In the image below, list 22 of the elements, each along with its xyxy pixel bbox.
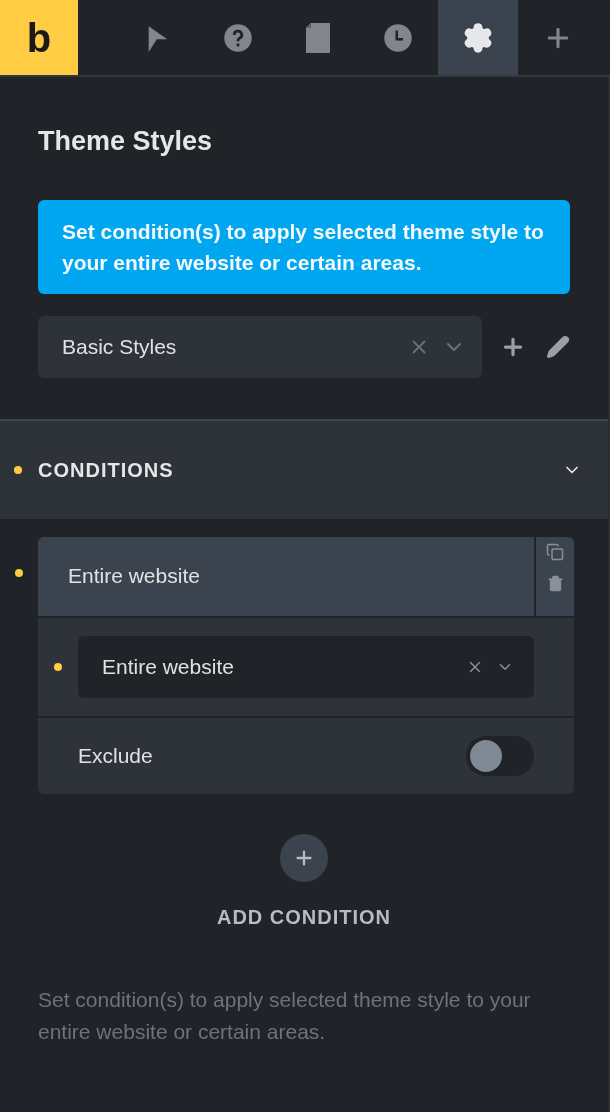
- select-value: Entire website: [102, 653, 235, 680]
- style-select[interactable]: Basic Styles: [38, 315, 482, 378]
- panel-title: Theme Styles: [38, 125, 214, 158]
- description-text: Set condition(s) to apply selected theme style to your entire website or certain areas.: [37, 986, 532, 1045]
- add-condition-label[interactable]: ADD CONDITION: [216, 901, 392, 932]
- section-title: CONDITIONS: [38, 457, 175, 483]
- help-icon: [223, 22, 253, 53]
- conditions-header[interactable]: CONDITIONS: [0, 418, 608, 519]
- condition-select[interactable]: Entire website: [78, 635, 534, 698]
- logo[interactable]: b: [0, 0, 78, 75]
- document-icon: [306, 22, 330, 53]
- exclude-label: Exclude: [78, 742, 154, 769]
- clock-icon: [383, 22, 413, 53]
- settings-icon: [462, 21, 494, 54]
- add-condition-button[interactable]: [280, 833, 328, 882]
- delete-icon[interactable]: [546, 574, 564, 592]
- select-value: Basic Styles: [62, 333, 178, 360]
- info-notice: Set condition(s) to apply selected theme style to your entire website or certain areas.: [38, 199, 570, 294]
- copy-icon[interactable]: [546, 542, 564, 561]
- edit-icon[interactable]: [546, 334, 570, 359]
- toolbar-tab[interactable]: [438, 0, 518, 75]
- exclude-toggle[interactable]: [466, 735, 534, 776]
